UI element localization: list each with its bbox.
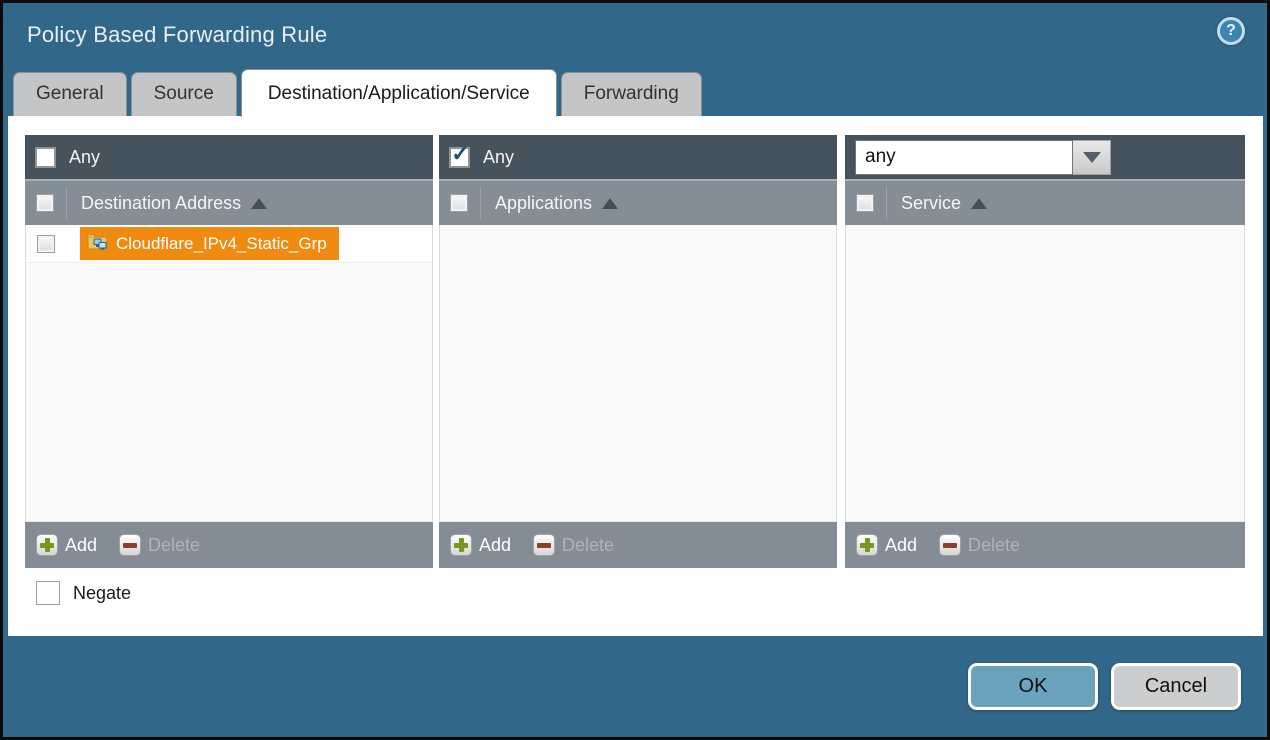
service-header: Service — [845, 179, 1245, 225]
applications-column: Any Applications Add — [439, 135, 837, 568]
destination-address-column: Any Destination Address — [25, 135, 433, 568]
service-dropdown-value: any — [855, 140, 1073, 175]
service-add-button[interactable]: Add — [856, 534, 917, 556]
sort-ascending-icon — [251, 198, 267, 209]
destination-header-label: Destination Address — [81, 193, 241, 214]
dialog-title: Policy Based Forwarding Rule — [27, 22, 327, 48]
sort-ascending-icon — [971, 198, 987, 209]
policy-forwarding-dialog: Policy Based Forwarding Rule ? General S… — [0, 0, 1270, 740]
add-icon — [450, 534, 472, 556]
negate-row: Negate — [36, 581, 1263, 605]
service-dropdown-bar: any — [845, 135, 1245, 179]
help-icon-glyph: ? — [1226, 22, 1236, 40]
applications-footer: Add Delete — [439, 521, 837, 568]
applications-header-sort[interactable]: Applications — [480, 187, 618, 219]
service-header-label: Service — [901, 193, 961, 214]
tab-destination-application-service[interactable]: Destination/Application/Service — [241, 69, 557, 117]
service-delete-button[interactable]: Delete — [939, 534, 1020, 556]
tab-source[interactable]: Source — [131, 72, 237, 116]
applications-list — [439, 225, 837, 521]
applications-header-label: Applications — [495, 193, 592, 214]
chevron-down-icon — [1083, 152, 1101, 163]
delete-icon — [533, 534, 555, 556]
address-group-icon — [87, 232, 108, 255]
destination-delete-button[interactable]: Delete — [119, 534, 200, 556]
service-list — [845, 225, 1245, 521]
service-header-sort[interactable]: Service — [886, 187, 987, 219]
tab-bar: General Source Destination/Application/S… — [3, 67, 1267, 116]
service-footer: Add Delete — [845, 521, 1245, 568]
applications-any-label: Any — [483, 147, 514, 168]
delete-icon — [119, 534, 141, 556]
service-dropdown-button[interactable] — [1073, 140, 1111, 175]
destination-header-sort[interactable]: Destination Address — [66, 187, 267, 219]
add-button-label: Add — [885, 535, 917, 556]
destination-address-list: Cloudflare_IPv4_Static_Grp — [25, 225, 433, 521]
destination-any-checkbox[interactable] — [35, 147, 56, 168]
add-button-label: Add — [479, 535, 511, 556]
destination-add-button[interactable]: Add — [36, 534, 97, 556]
delete-button-label: Delete — [968, 535, 1020, 556]
destination-address-name: Cloudflare_IPv4_Static_Grp — [116, 234, 327, 254]
delete-button-label: Delete — [562, 535, 614, 556]
tab-forwarding[interactable]: Forwarding — [561, 72, 702, 116]
destination-select-all-checkbox[interactable] — [36, 194, 54, 212]
applications-any-checkbox[interactable] — [449, 147, 470, 168]
service-select-all-checkbox[interactable] — [856, 194, 874, 212]
tab-general[interactable]: General — [13, 72, 127, 116]
destination-address-header: Destination Address — [25, 179, 433, 225]
negate-label: Negate — [73, 583, 131, 604]
ok-button[interactable]: OK — [968, 663, 1098, 710]
destination-address-row[interactable]: Cloudflare_IPv4_Static_Grp — [26, 225, 432, 263]
destination-any-label: Any — [69, 147, 100, 168]
applications-delete-button[interactable]: Delete — [533, 534, 614, 556]
add-button-label: Add — [65, 535, 97, 556]
destination-row-checkbox[interactable] — [37, 235, 55, 253]
applications-select-all-checkbox[interactable] — [450, 194, 468, 212]
help-icon[interactable]: ? — [1217, 17, 1245, 45]
service-type-dropdown[interactable]: any — [855, 140, 1111, 175]
cancel-button[interactable]: Cancel — [1111, 663, 1241, 710]
destination-any-bar: Any — [25, 135, 433, 179]
delete-button-label: Delete — [148, 535, 200, 556]
add-icon — [36, 534, 58, 556]
add-icon — [856, 534, 878, 556]
dialog-button-bar: OK Cancel — [3, 636, 1267, 710]
sort-ascending-icon — [602, 198, 618, 209]
applications-any-bar: Any — [439, 135, 837, 179]
applications-add-button[interactable]: Add — [450, 534, 511, 556]
destination-address-chip[interactable]: Cloudflare_IPv4_Static_Grp — [80, 227, 339, 260]
delete-icon — [939, 534, 961, 556]
applications-header: Applications — [439, 179, 837, 225]
service-column: any Service — [845, 135, 1245, 568]
negate-checkbox[interactable] — [36, 581, 60, 605]
dialog-titlebar: Policy Based Forwarding Rule ? — [3, 3, 1267, 67]
selection-columns: Any Destination Address — [25, 135, 1263, 568]
tab-content-panel: Any Destination Address — [8, 116, 1263, 636]
destination-footer: Add Delete — [25, 521, 433, 568]
